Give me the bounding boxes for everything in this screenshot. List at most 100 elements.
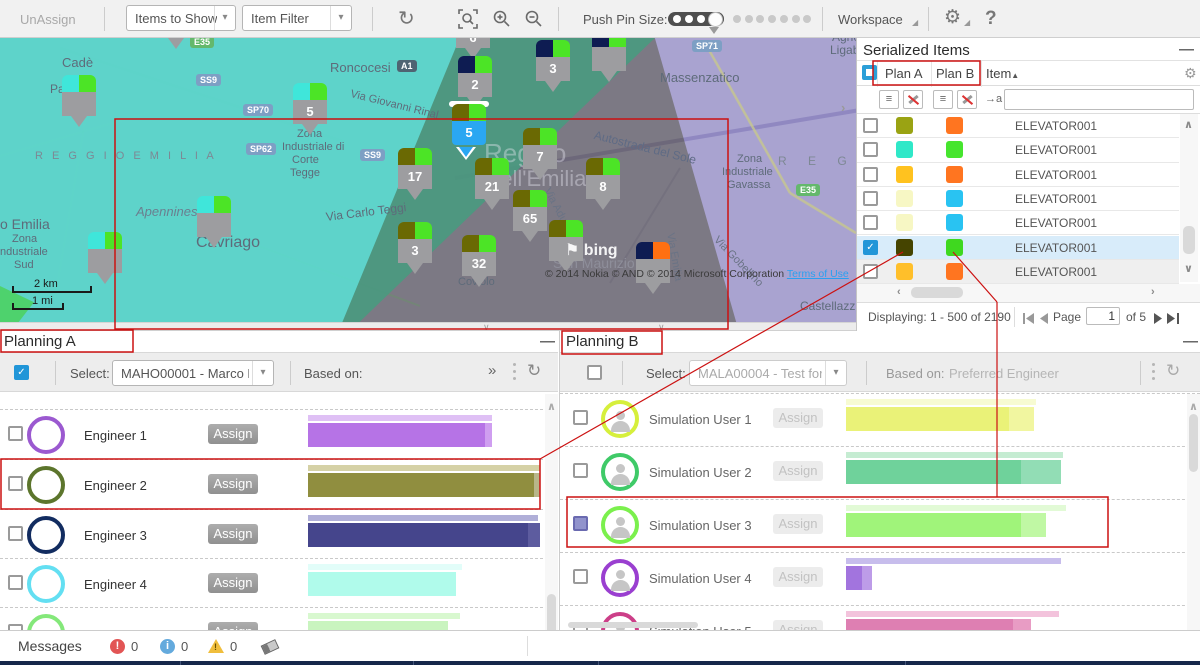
engineer-row[interactable]: Assign: [0, 607, 558, 630]
assign-button[interactable]: Assign: [773, 620, 823, 630]
row-checkbox[interactable]: [573, 516, 588, 531]
planning-b-checkbox[interactable]: [587, 365, 602, 380]
item-filter-dropdown[interactable]: Item Filter ▾: [242, 5, 352, 31]
zoom-to-selection-icon[interactable]: [458, 9, 478, 34]
engineer-row[interactable]: Simulation User 3Assign: [560, 499, 1200, 553]
column-header-plan-a[interactable]: Plan A: [885, 66, 923, 81]
slider-dot-active[interactable]: [697, 15, 705, 23]
assign-button[interactable]: Assign: [208, 573, 258, 593]
slider-dot[interactable]: [780, 15, 788, 23]
row-checkbox[interactable]: [8, 476, 23, 491]
map-canvas[interactable]: CadèPartitoreR E G G I O E M I L I Ao Em…: [0, 38, 856, 322]
row-checkbox[interactable]: [863, 215, 878, 230]
slider-dot-active[interactable]: [673, 15, 681, 23]
item-filter-input[interactable]: [1004, 89, 1194, 110]
select-all-checkbox[interactable]: [862, 65, 877, 80]
drag-handle-dots[interactable]: [1152, 363, 1155, 384]
help-button[interactable]: ?: [985, 8, 997, 30]
scroll-up-icon[interactable]: ∧: [547, 400, 556, 413]
table-row[interactable]: ELEVATOR001: [857, 163, 1179, 187]
vertical-scrollbar[interactable]: ∧ ∨: [1180, 114, 1198, 282]
slider-dot[interactable]: [803, 15, 811, 23]
map-pushpin-partial[interactable]: [168, 38, 184, 49]
row-checkbox[interactable]: ✓: [863, 240, 878, 255]
assign-button[interactable]: Assign: [773, 514, 823, 534]
scrollbar-thumb[interactable]: [547, 594, 556, 630]
table-row[interactable]: ELEVATOR001: [857, 211, 1179, 235]
assign-button[interactable]: Assign: [208, 474, 258, 494]
engineer-row[interactable]: Engineer 2Assign: [0, 459, 558, 510]
assign-button[interactable]: Assign: [773, 461, 823, 481]
page-number-input[interactable]: [1086, 307, 1120, 325]
table-row[interactable]: ELEVATOR001: [857, 138, 1179, 162]
refresh-icon[interactable]: ↻: [398, 6, 415, 31]
clear-messages-icon[interactable]: [261, 639, 280, 655]
row-checkbox[interactable]: [573, 569, 588, 584]
filter-menu-icon[interactable]: ≡: [879, 90, 899, 109]
row-checkbox[interactable]: [8, 575, 23, 590]
engineer-row[interactable]: Simulation User 2Assign: [560, 446, 1200, 500]
row-checkbox[interactable]: [573, 463, 588, 478]
table-row[interactable]: ✓ELEVATOR001: [857, 236, 1179, 260]
scrollbar-thumb[interactable]: [911, 287, 963, 298]
vertical-scrollbar[interactable]: ∧ ∨: [1187, 394, 1200, 630]
slider-dot[interactable]: [768, 15, 776, 23]
scroll-right-icon[interactable]: ›: [1151, 286, 1155, 298]
more-options-chevrons[interactable]: »: [488, 362, 496, 379]
refresh-icon[interactable]: ↻: [1166, 361, 1180, 381]
planning-a-select-dropdown[interactable]: MAHO00001 - Marco Ho ▾: [112, 360, 274, 386]
filter-pencil-icon[interactable]: [903, 90, 923, 109]
row-checkbox[interactable]: [863, 264, 878, 279]
workspace-menu[interactable]: Workspace: [838, 12, 903, 27]
text-convert-icon[interactable]: →a: [985, 93, 1002, 105]
assign-button[interactable]: Assign: [208, 622, 258, 630]
column-header-plan-b[interactable]: Plan B: [936, 66, 974, 81]
planning-b-select-dropdown[interactable]: MALA00004 - Test for de ▾: [689, 360, 847, 386]
vertical-scrollbar[interactable]: ∧ ∨: [545, 394, 558, 630]
push-pin-size-slider-thumb[interactable]: [708, 12, 723, 27]
slider-dot[interactable]: [733, 15, 741, 23]
table-row[interactable]: ELEVATOR001: [857, 187, 1179, 211]
minimize-icon[interactable]: —: [540, 333, 555, 350]
zoom-in-icon[interactable]: [492, 9, 512, 34]
planning-a-checkbox[interactable]: ✓: [14, 365, 29, 380]
slider-dot[interactable]: [745, 15, 753, 23]
engineer-row[interactable]: Simulation User 1Assign: [560, 393, 1200, 447]
scroll-left-icon[interactable]: ‹: [897, 286, 901, 298]
assign-button[interactable]: Assign: [773, 567, 823, 587]
filter-menu-icon[interactable]: ≡: [933, 90, 953, 109]
drag-handle-dots[interactable]: [513, 363, 516, 384]
zoom-out-icon[interactable]: [524, 9, 544, 34]
gear-icon[interactable]: ⚙: [1184, 65, 1197, 82]
row-checkbox[interactable]: [8, 426, 23, 441]
last-page-icon[interactable]: [1167, 311, 1179, 329]
row-checkbox[interactable]: [8, 526, 23, 541]
column-header-item[interactable]: Item▲: [986, 66, 1019, 81]
horizontal-splitter[interactable]: ∨ ∨: [0, 322, 856, 331]
scroll-down-icon[interactable]: ∨: [1184, 262, 1193, 275]
items-to-show-dropdown[interactable]: Items to Show ▾: [126, 5, 236, 31]
minimize-icon[interactable]: —: [1179, 41, 1194, 58]
prev-page-icon[interactable]: [1039, 311, 1048, 329]
row-checkbox[interactable]: [863, 118, 878, 133]
table-row[interactable]: ELEVATOR001: [857, 114, 1179, 138]
engineer-row[interactable]: Engineer 4Assign: [0, 558, 558, 609]
horizontal-scrollbar[interactable]: ‹ ›: [857, 284, 1200, 302]
minimize-icon[interactable]: —: [1183, 333, 1198, 350]
map-pushpin-selected[interactable]: 5: [449, 101, 489, 107]
assign-button[interactable]: Assign: [773, 408, 823, 428]
slider-dot[interactable]: [756, 15, 764, 23]
gear-icon[interactable]: ⚙: [944, 6, 961, 29]
unassign-button[interactable]: UnAssign: [20, 12, 76, 27]
next-page-icon[interactable]: [1154, 311, 1163, 329]
assign-button[interactable]: Assign: [208, 524, 258, 544]
engineer-row[interactable]: Engineer 3Assign: [0, 509, 558, 560]
row-checkbox[interactable]: [863, 142, 878, 157]
first-page-icon[interactable]: [1023, 311, 1035, 329]
scroll-up-icon[interactable]: ∧: [1184, 118, 1193, 131]
scrollbar-thumb[interactable]: [1183, 226, 1195, 254]
slider-dot[interactable]: [792, 15, 800, 23]
scrollbar-thumb[interactable]: [1189, 414, 1198, 472]
scroll-up-icon[interactable]: ∧: [1189, 400, 1198, 413]
assign-button[interactable]: Assign: [208, 424, 258, 444]
